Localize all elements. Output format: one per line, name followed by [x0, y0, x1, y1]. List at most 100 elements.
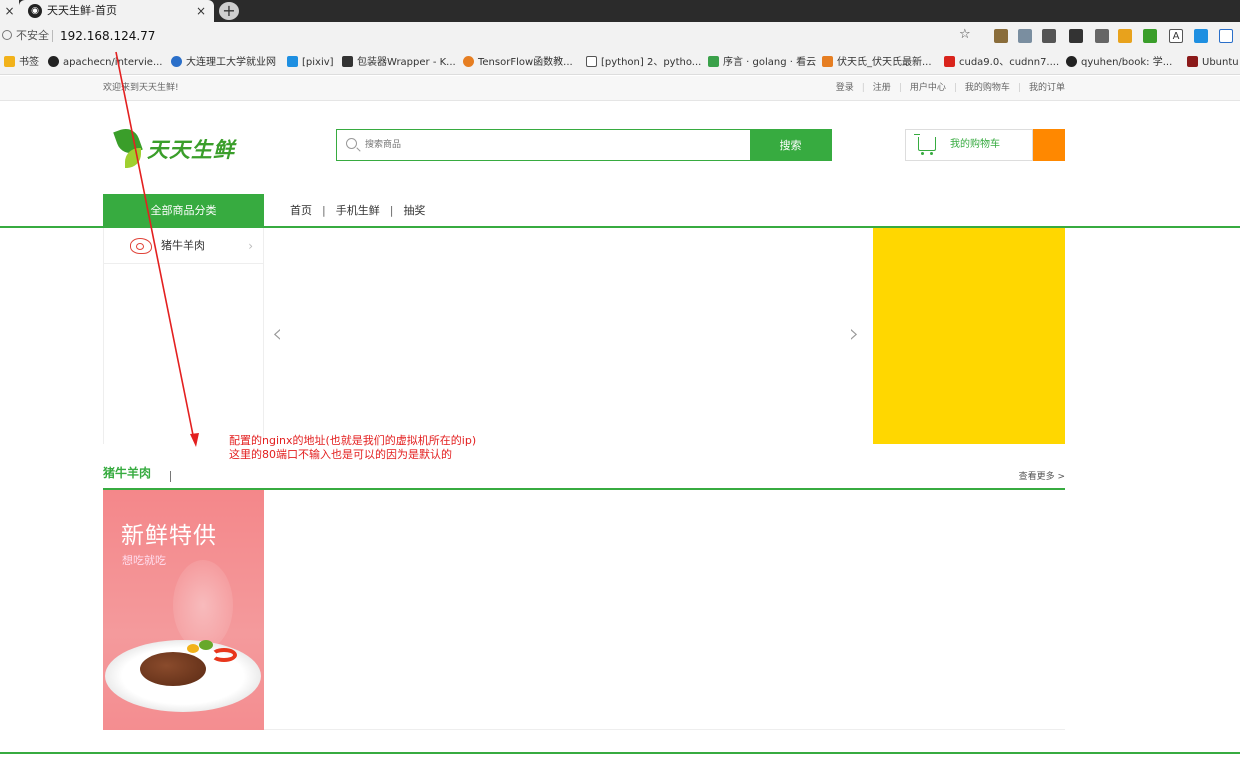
extension-robot-icon[interactable]	[1069, 29, 1083, 43]
user-center-link[interactable]: 用户中心	[910, 83, 946, 93]
extension-blue-icon[interactable]	[1194, 29, 1208, 43]
bookmark-item[interactable]: [python] 2、pytho...	[586, 50, 701, 75]
side-advertisement[interactable]	[873, 228, 1065, 444]
tensorflow-icon	[463, 56, 474, 67]
book-icon	[342, 56, 353, 67]
annotation-line: 配置的nginx的地址(也就是我们的虚拟机所在的ip)	[229, 434, 477, 447]
pepper-graphic	[187, 644, 199, 653]
steak-graphic	[140, 652, 206, 686]
slider-prev-button[interactable]: ‹	[272, 319, 282, 349]
register-link[interactable]: 注册	[873, 83, 891, 93]
all-categories-button[interactable]: 全部商品分类	[103, 194, 264, 227]
promo-title: 新鲜特供	[121, 523, 217, 549]
cart-button[interactable]: 我的购物车	[905, 129, 1033, 161]
bookmark-item[interactable]: apachecn/intervie...	[48, 50, 162, 75]
logo-text: 天天生鲜	[147, 138, 235, 162]
steam-graphic	[173, 560, 233, 650]
bookmark-item[interactable]: 序言 · golang · 看云	[708, 50, 816, 75]
welcome-text: 欢迎来到天天生鲜!	[103, 83, 179, 93]
cart-icon	[914, 134, 936, 155]
divider: |	[1017, 83, 1021, 93]
globe-icon: ◉	[28, 4, 42, 18]
security-label: 不安全	[16, 29, 49, 42]
divider: |	[389, 204, 394, 217]
pixiv-icon	[287, 56, 298, 67]
nav-mobile-fresh-link[interactable]: 手机生鲜	[336, 204, 380, 217]
divider: |	[322, 204, 326, 217]
browser-tab-bar: × ◉ 天天生鲜-首页 × +	[0, 0, 1240, 22]
previous-tab-close-icon[interactable]: ×	[0, 0, 19, 22]
divider	[52, 30, 53, 42]
site-logo[interactable]: 天天生鲜	[113, 124, 240, 172]
bookmark-item[interactable]: 包装器Wrapper - K...	[342, 50, 456, 75]
security-indicator[interactable]: 不安全	[2, 22, 49, 50]
chevron-right-icon: ›	[248, 239, 253, 253]
globe-icon	[171, 56, 182, 67]
tab-title: 天天生鲜-首页	[47, 4, 117, 17]
info-icon	[2, 30, 12, 40]
extension-translate-icon[interactable]	[1042, 29, 1056, 43]
bookmark-item[interactable]: cuda9.0、cudnn7....	[944, 50, 1059, 75]
meat-icon	[130, 238, 152, 254]
csdn-icon	[944, 56, 955, 67]
screenshot-annotation: 配置的nginx的地址(也就是我们的虚拟机所在的ip) 这里的80端口不输入也是…	[229, 434, 476, 462]
extension-icons: A	[990, 29, 1240, 45]
bookmark-item[interactable]: TensorFlow函数教...	[463, 50, 573, 75]
user-links: 登录 | 注册 | 用户中心 | 我的购物车 | 我的订单	[836, 76, 1065, 101]
slider-next-button[interactable]: ›	[849, 319, 859, 349]
category-item-label: 猪牛羊肉	[161, 239, 205, 252]
bookmarks-bar: 书签 apachecn/intervie... 大连理工大学就业网 [pixiv…	[0, 50, 1240, 75]
extension-print-icon[interactable]	[1143, 29, 1157, 43]
extension-image-icon[interactable]	[1018, 29, 1032, 43]
folder-icon	[4, 56, 15, 67]
kancloud-icon	[708, 56, 719, 67]
novel-icon	[822, 56, 833, 67]
divider	[170, 471, 171, 482]
cart-count-badge	[1033, 129, 1065, 161]
new-tab-button[interactable]: +	[219, 2, 239, 20]
search-box: 搜索	[336, 129, 832, 161]
address-bar: 不安全 192.168.124.77 ☆ A	[0, 22, 1240, 50]
extension-font-icon[interactable]: A	[1169, 29, 1183, 43]
annotation-line: 这里的80端口不输入也是可以的因为是默认的	[229, 448, 452, 461]
bookmark-star-icon[interactable]: ☆	[959, 27, 971, 42]
extension-puzzle-icon[interactable]	[1095, 29, 1109, 43]
login-link[interactable]: 登录	[836, 83, 854, 93]
bookmark-item[interactable]: 书签	[4, 50, 39, 75]
nav-lottery-link[interactable]: 抽奖	[403, 204, 425, 217]
site-top-bar: 欢迎来到天天生鲜! 登录 | 注册 | 用户中心 | 我的购物车 | 我的订单	[0, 76, 1240, 101]
divider: |	[898, 83, 902, 93]
promo-banner[interactable]: 新鲜特供 想吃就吃	[103, 490, 264, 730]
category-menu: 猪牛羊肉 ›	[103, 228, 264, 444]
search-input[interactable]	[337, 130, 751, 160]
extension-cube-icon[interactable]	[994, 29, 1008, 43]
floor-title: 猪牛羊肉	[103, 466, 152, 480]
tab-close-icon[interactable]: ×	[196, 0, 206, 22]
extension-color-icon[interactable]	[1118, 29, 1132, 43]
extension-list-icon[interactable]	[1219, 29, 1233, 43]
ubuntu-icon	[1187, 56, 1198, 67]
divider: |	[861, 83, 865, 93]
browser-tab-active[interactable]: ◉ 天天生鲜-首页 ×	[19, 0, 214, 22]
my-cart-link[interactable]: 我的购物车	[965, 83, 1010, 93]
nav-home-link[interactable]: 首页	[290, 204, 312, 217]
banner-slider: ‹ ›	[264, 228, 873, 444]
pepper-graphic	[199, 640, 213, 650]
bookmark-item[interactable]: qyuhen/book: 学...	[1066, 50, 1172, 75]
bookmark-item[interactable]: 大连理工大学就业网	[171, 50, 276, 75]
github-icon	[1066, 56, 1077, 67]
category-item-meat[interactable]: 猪牛羊肉 ›	[104, 228, 263, 264]
footer-divider	[0, 752, 1240, 754]
bookmark-item[interactable]: Ubuntu	[1187, 50, 1239, 75]
url-input[interactable]: 192.168.124.77	[60, 22, 155, 50]
main-nav: 首页 | 手机生鲜 | 抽奖	[290, 194, 425, 227]
promo-subtitle: 想吃就吃	[122, 554, 166, 567]
pepper-graphic	[211, 648, 237, 662]
bookmark-item[interactable]: 伏天氏_伏天氏最新...	[822, 50, 932, 75]
my-orders-link[interactable]: 我的订单	[1029, 83, 1065, 93]
view-more-link[interactable]: 查看更多 >	[1019, 469, 1065, 482]
search-button[interactable]: 搜索	[750, 130, 831, 160]
python-icon	[586, 56, 597, 67]
github-icon	[48, 56, 59, 67]
bookmark-item[interactable]: [pixiv]	[287, 50, 334, 75]
